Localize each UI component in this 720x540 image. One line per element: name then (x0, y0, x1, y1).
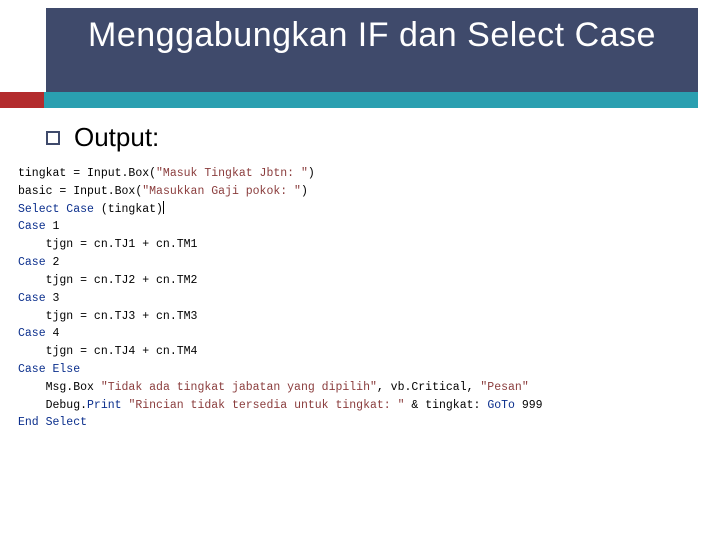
code-line: tjgn = cn.TJ4 + cn.TM4 (18, 345, 197, 358)
code-line: Select Case (tingkat) (18, 203, 164, 216)
bullet-square-icon (46, 131, 60, 145)
text-cursor (163, 201, 164, 214)
code-line: tjgn = cn.TJ2 + cn.TM2 (18, 274, 197, 287)
code-line: tjgn = cn.TJ1 + cn.TM1 (18, 238, 197, 251)
code-line: Case 3 (18, 292, 59, 305)
slide-title: Menggabungkan IF dan Select Case (46, 8, 698, 57)
code-line: tingkat = Input.Box("Masuk Tingkat Jbtn:… (18, 167, 315, 180)
code-line: Case Else (18, 363, 80, 376)
code-line: Msg.Box "Tidak ada tingkat jabatan yang … (18, 381, 529, 394)
code-line: Debug.Print "Rincian tidak tersedia untu… (18, 399, 543, 412)
bullet-row: Output: (46, 122, 698, 153)
code-line: Case 4 (18, 327, 59, 340)
code-line: tjgn = cn.TJ3 + cn.TM3 (18, 310, 197, 323)
code-line: Case 1 (18, 220, 59, 233)
bullet-label: Output: (74, 122, 159, 153)
code-line: End Select (18, 416, 87, 429)
content-area: Output: tingkat = Input.Box("Masuk Tingk… (46, 122, 698, 432)
accent-bar-teal (44, 92, 698, 108)
code-line: basic = Input.Box("Masukkan Gaji pokok: … (18, 185, 308, 198)
accent-bar-red (0, 92, 44, 108)
code-line: Case 2 (18, 256, 59, 269)
code-block: tingkat = Input.Box("Masuk Tingkat Jbtn:… (18, 165, 698, 432)
